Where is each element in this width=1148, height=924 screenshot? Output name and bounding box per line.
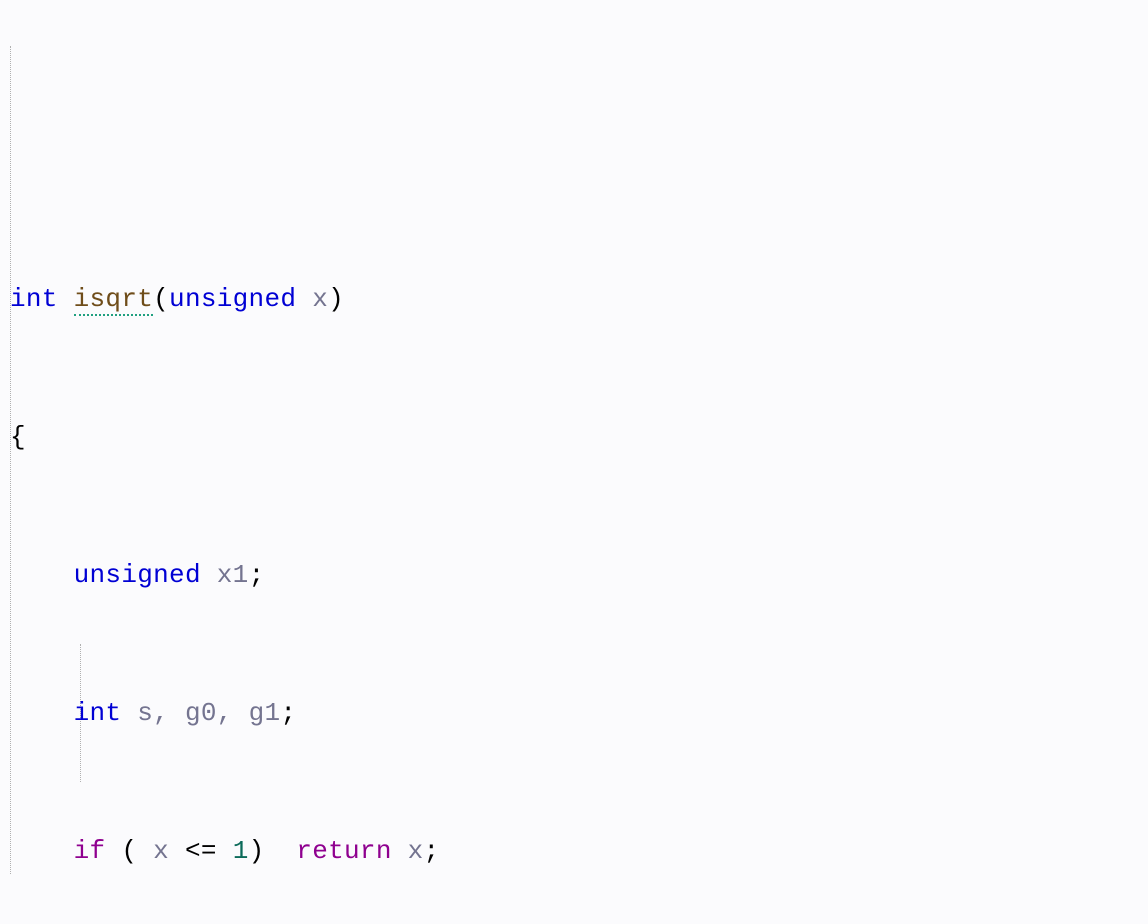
indent-guide: [10, 46, 11, 874]
kw-int: int: [10, 284, 58, 314]
code-line: {: [10, 414, 1138, 460]
kw-unsigned: unsigned: [169, 284, 296, 314]
fn-name: isqrt: [74, 284, 154, 316]
code-line: int isqrt(unsigned x): [10, 276, 1138, 322]
code-line: if ( x <= 1) return x;: [10, 828, 1138, 874]
code-line: unsigned x1;: [10, 552, 1138, 598]
code-line: int s, g0, g1;: [10, 690, 1138, 736]
code-viewer: int isqrt(unsigned x) { unsigned x1; int…: [0, 0, 1148, 924]
